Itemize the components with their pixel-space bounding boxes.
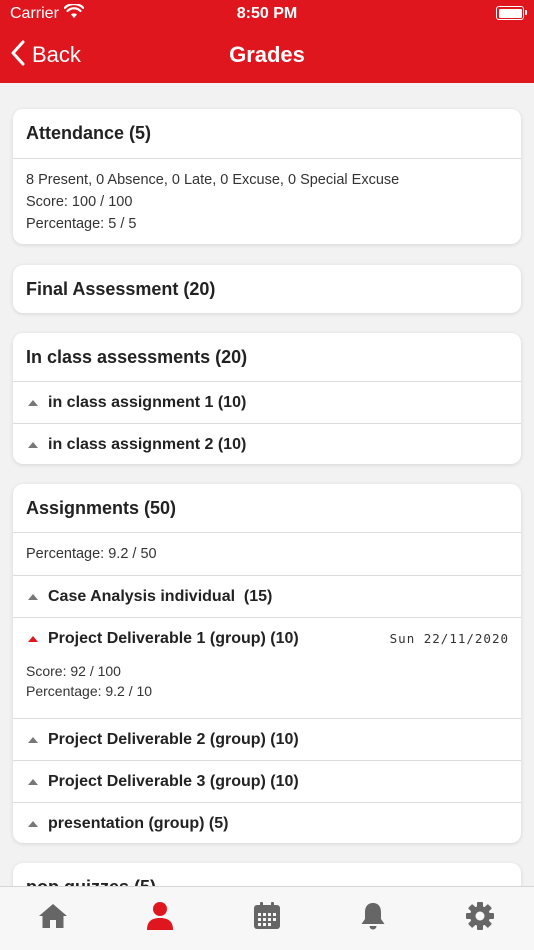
triangle-up-icon bbox=[28, 635, 38, 642]
triangle-up-icon bbox=[28, 399, 38, 406]
bell-icon bbox=[359, 901, 387, 936]
item-label: Project Deliverable 3 (group) (10) bbox=[48, 772, 299, 790]
list-item[interactable]: in class assignment 2 (10) bbox=[13, 424, 521, 464]
tab-bar bbox=[0, 886, 534, 950]
status-bar: Carrier 8:50 PM bbox=[0, 0, 534, 28]
home-icon bbox=[37, 902, 69, 935]
list-item[interactable]: Project Deliverable 1 (group) (10) Sun 2… bbox=[13, 618, 521, 659]
triangle-up-icon bbox=[28, 778, 38, 785]
attendance-title: Attendance (5) bbox=[26, 123, 152, 143]
list-item[interactable]: in class assignment 1 (10) bbox=[13, 382, 521, 423]
attendance-summary: 8 Present, 0 Absence, 0 Late, 0 Excuse, … bbox=[26, 172, 400, 188]
list-item[interactable]: Case Analysis individual (15) bbox=[13, 576, 521, 617]
pop-quizzes-title: pop quizzes (5) bbox=[26, 876, 156, 888]
tab-home[interactable] bbox=[0, 887, 106, 950]
status-time: 8:50 PM bbox=[236, 5, 298, 22]
item-label: Project Deliverable 2 (group) (10) bbox=[48, 730, 299, 748]
tab-calendar[interactable] bbox=[214, 887, 320, 950]
tab-profile[interactable] bbox=[107, 887, 213, 950]
item-date: Sun 22/11/2020 bbox=[389, 631, 509, 646]
item-label: presentation (group) (5) bbox=[48, 814, 229, 832]
attendance-card: Attendance (5) 8 Present, 0 Absence, 0 L… bbox=[13, 109, 521, 244]
final-assessment-title: Final Assessment (20) bbox=[26, 278, 216, 299]
person-icon bbox=[146, 901, 174, 936]
triangle-up-icon bbox=[28, 736, 38, 743]
battery-icon bbox=[496, 6, 527, 20]
grades-list[interactable]: Attendance (5) 8 Present, 0 Absence, 0 L… bbox=[0, 83, 534, 887]
pop-quizzes-card[interactable]: pop quizzes (5) bbox=[13, 863, 521, 887]
expanded-item[interactable]: Project Deliverable 1 (group) (10) Sun 2… bbox=[13, 618, 521, 718]
item-label: Case Analysis individual (15) bbox=[48, 587, 273, 605]
assignments-title: Assignments (50) bbox=[26, 497, 177, 518]
item-score: Score: 92 / 100 bbox=[26, 663, 121, 679]
list-item[interactable]: Project Deliverable 3 (group) (10) bbox=[13, 761, 521, 802]
list-item[interactable]: presentation (group) (5) bbox=[13, 803, 521, 843]
item-label: in class assignment 1 (10) bbox=[48, 393, 247, 411]
attendance-percentage: Percentage: 5 / 5 bbox=[26, 216, 137, 232]
tab-settings[interactable] bbox=[427, 887, 533, 950]
item-percentage: Percentage: 9.2 / 10 bbox=[26, 683, 153, 699]
assignments-percentage: Percentage: 9.2 / 50 bbox=[26, 546, 157, 562]
triangle-up-icon bbox=[28, 593, 38, 600]
attendance-score: Score: 100 / 100 bbox=[26, 194, 133, 210]
final-assessment-card[interactable]: Final Assessment (20) bbox=[13, 265, 521, 313]
triangle-up-icon bbox=[28, 441, 38, 448]
item-label: in class assignment 2 (10) bbox=[48, 435, 247, 453]
calendar-icon bbox=[252, 901, 282, 936]
page-title: Grades bbox=[229, 42, 305, 67]
tab-notifications[interactable] bbox=[320, 887, 426, 950]
in-class-title: In class assessments (20) bbox=[26, 346, 248, 367]
list-item[interactable]: Project Deliverable 2 (group) (10) bbox=[13, 719, 521, 760]
assignments-card: Assignments (50) Percentage: 9.2 / 50 Ca… bbox=[13, 484, 521, 843]
gear-icon bbox=[465, 901, 495, 936]
triangle-up-icon bbox=[28, 820, 38, 827]
nav-bar: Carrier 8:50 PM Back Grades bbox=[0, 0, 534, 83]
in-class-card: In class assessments (20) in class assig… bbox=[13, 333, 521, 464]
item-label: Project Deliverable 1 (group) (10) bbox=[48, 629, 299, 647]
